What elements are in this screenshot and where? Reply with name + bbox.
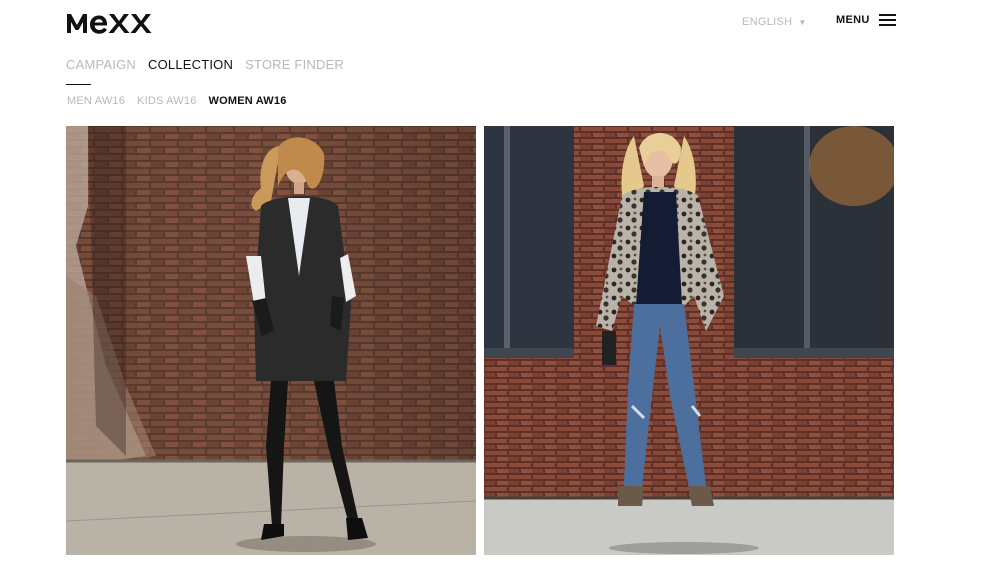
hamburger-icon xyxy=(878,14,896,26)
collection-image-coat[interactable] xyxy=(66,126,476,555)
nav-divider xyxy=(66,84,91,85)
primary-nav: CAMPAIGN COLLECTION STORE FINDER xyxy=(66,57,344,72)
menu-button[interactable]: MENU xyxy=(836,14,896,26)
language-label: ENGLISH xyxy=(742,16,793,28)
caret-down-icon: ▼ xyxy=(798,17,807,27)
menu-label: MENU xyxy=(836,14,870,26)
sub-nav-item-kids-aw16[interactable]: KIDS AW16 xyxy=(137,95,196,107)
coat-look-image xyxy=(66,126,476,555)
nav-item-collection[interactable]: COLLECTION xyxy=(148,57,233,72)
language-selector[interactable]: ENGLISH ▼ xyxy=(742,16,807,28)
nav-item-campaign[interactable]: CAMPAIGN xyxy=(66,57,136,72)
collection-image-leopard-jacket[interactable] xyxy=(484,126,894,555)
nav-item-store-finder[interactable]: STORE FINDER xyxy=(245,57,344,72)
sub-nav: MEN AW16 KIDS AW16 WOMEN AW16 xyxy=(67,95,287,107)
sub-nav-item-women-aw16[interactable]: WOMEN AW16 xyxy=(209,95,287,107)
mexx-logo-mark xyxy=(67,14,152,34)
leopard-look-image xyxy=(484,126,894,555)
brand-logo[interactable] xyxy=(66,10,164,36)
sub-nav-item-men-aw16[interactable]: MEN AW16 xyxy=(67,95,125,107)
